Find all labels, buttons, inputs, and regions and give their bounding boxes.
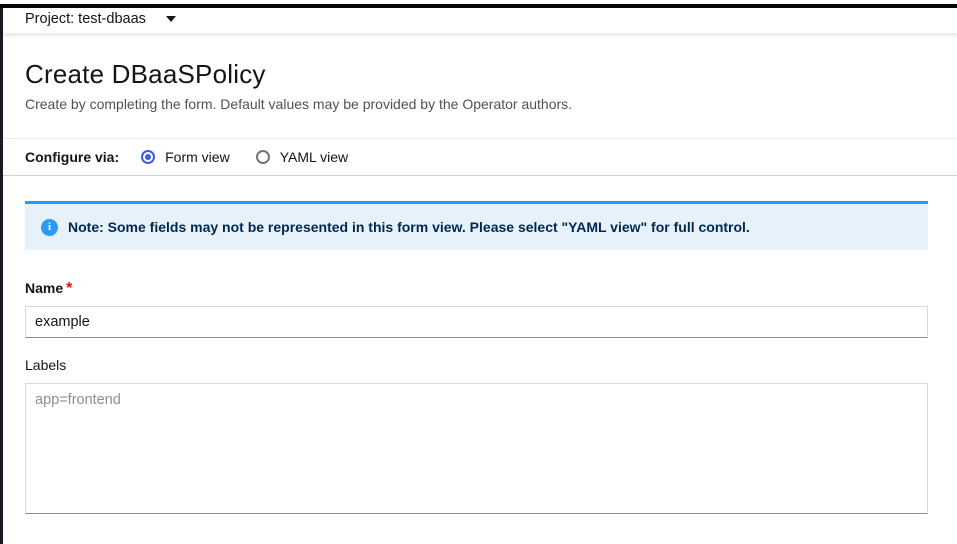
page-title: Create DBaaSPolicy [25,58,932,90]
configure-via-label: Configure via: [25,149,119,165]
caret-down-icon [166,16,176,22]
radio-yaml-view-icon[interactable] [256,150,270,164]
radio-option-yaml-view[interactable]: YAML view [256,149,348,165]
labels-form-group: Labels [25,357,928,514]
page-header: Create DBaaSPolicy Create by completing … [0,34,957,139]
project-selector-dropdown[interactable]: Project: test-dbaas [25,11,176,27]
radio-form-view-label: Form view [165,149,230,165]
radio-option-form-view[interactable]: Form view [141,149,230,165]
configure-via-row: Configure via: Form view YAML view [0,139,957,176]
project-selector-label: Project: test-dbaas [25,11,146,27]
page-subtitle: Create by completing the form. Default v… [25,96,932,113]
name-input[interactable] [25,306,928,338]
info-alert: i Note: Some fields may not be represent… [25,201,928,250]
required-indicator: * [66,280,72,297]
info-alert-text: Note: Some fields may not be represented… [68,217,750,237]
radio-yaml-view-label: YAML view [280,149,348,165]
labels-input[interactable] [25,383,928,514]
window-left-edge [0,4,3,544]
labels-field-label: Labels [25,357,66,373]
radio-form-view-icon[interactable] [141,150,155,164]
name-form-group: Name* [25,280,928,338]
name-field-label: Name [25,280,63,296]
project-bar: Project: test-dbaas [0,4,957,34]
info-circle-icon: i [41,219,58,236]
window-top-edge [0,4,957,8]
form-content: i Note: Some fields may not be represent… [0,176,957,514]
